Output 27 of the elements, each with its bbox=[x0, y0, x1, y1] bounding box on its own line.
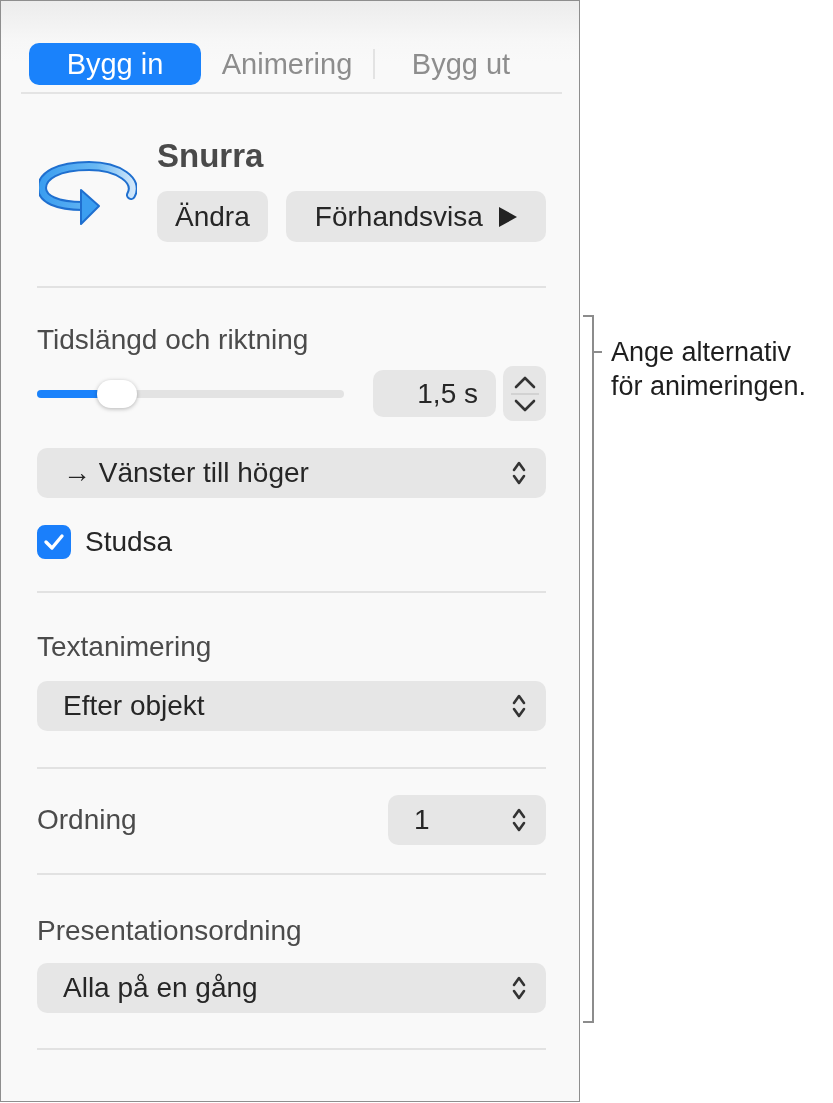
chevron-updown-icon bbox=[512, 807, 526, 833]
chevron-updown-icon bbox=[512, 460, 526, 486]
section-heading: Textanimering bbox=[37, 630, 213, 664]
popup-menu[interactable]: 1 bbox=[388, 795, 546, 845]
chevron-updown-icon bbox=[512, 975, 526, 1001]
section-heading: Tidslängd och riktning bbox=[37, 323, 310, 357]
chevron-down-icon bbox=[512, 398, 537, 413]
direction-popup[interactable]: → Vänster till höger bbox=[37, 448, 546, 498]
section-heading: Ordning bbox=[37, 803, 137, 837]
section-heading: Presentationsordning bbox=[37, 914, 303, 948]
callout-text: Ange alternativ för animeringen. bbox=[611, 336, 807, 403]
chevron-up-icon bbox=[512, 374, 537, 389]
checkbox-label[interactable]: Studsa bbox=[85, 521, 173, 563]
preview-button[interactable]: Förhandsvisa bbox=[285, 191, 546, 242]
effect-title: Snurra bbox=[157, 136, 265, 176]
chevron-updown-icon bbox=[512, 693, 526, 719]
checkmark-icon bbox=[43, 533, 65, 551]
popup-menu[interactable]: Efter objekt bbox=[37, 681, 546, 731]
stepper[interactable] bbox=[503, 366, 546, 421]
change-button[interactable]: Ändra bbox=[157, 191, 268, 242]
duration-slider[interactable] bbox=[37, 378, 344, 409]
play-icon bbox=[498, 206, 517, 227]
popup-menu[interactable]: Alla på en gång bbox=[37, 963, 546, 1013]
duration-field[interactable]: 1,5 s bbox=[373, 370, 496, 417]
slider-thumb[interactable] bbox=[96, 379, 137, 408]
checkbox[interactable] bbox=[37, 525, 71, 559]
segment-tab[interactable]: Bygg in bbox=[29, 43, 201, 85]
